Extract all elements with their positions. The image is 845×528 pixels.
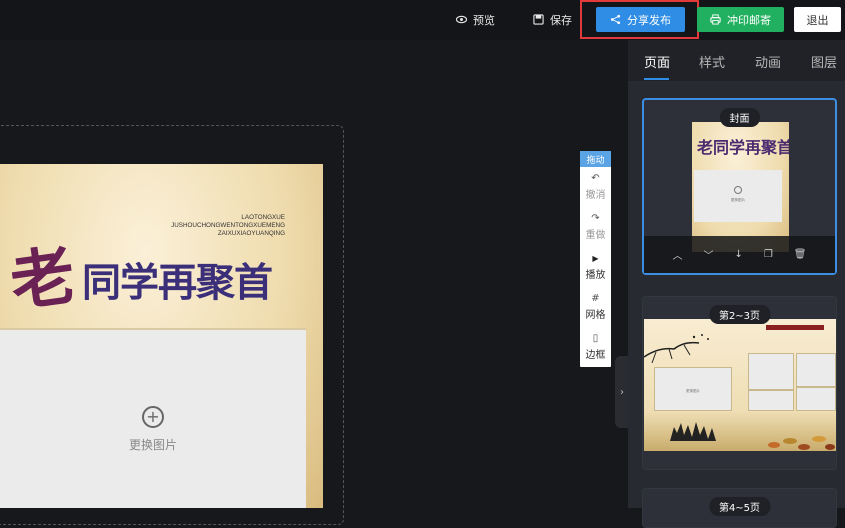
chevron-right-icon: ›: [620, 386, 624, 398]
pinyin-line: LAOTONGXUE: [241, 214, 285, 221]
preview-button[interactable]: 预览: [456, 7, 495, 32]
replace-photo-label: 更换图片: [128, 438, 177, 452]
exit-label: 退出: [806, 13, 829, 27]
play-button[interactable]: ▶ 播放: [580, 247, 611, 287]
grid-button[interactable]: # 网格: [580, 287, 611, 327]
copy-icon[interactable]: ❐: [764, 249, 773, 260]
editor-canvas[interactable]: 老 同学再聚首 LAOTONGXUE JUSHOUCHONGWENTONGXUE…: [0, 40, 628, 525]
collapse-panel-toggle[interactable]: ›: [615, 356, 629, 428]
right-panel: 页面 样式 动画 图层 老同学再聚首 更换图片 封面 ︿ ﹀ ↓ ❐ 🗑 更换图…: [628, 40, 845, 528]
preview-label: 预览: [473, 13, 495, 27]
redo-icon: ↷: [591, 212, 600, 224]
border-icon: ▯: [592, 332, 599, 344]
delete-icon[interactable]: 🗑: [794, 249, 807, 260]
spread-photo-slot: [796, 387, 836, 411]
branch-decoration: [644, 334, 709, 364]
eye-icon: [456, 15, 467, 24]
move-down-icon[interactable]: ﹀: [703, 247, 713, 262]
spread-photo-slot: [748, 353, 794, 390]
grid-label: 网格: [585, 309, 606, 321]
cover-thumbnail: 老同学再聚首 更换图片: [692, 122, 789, 252]
save-icon: [533, 14, 544, 25]
border-label: 边框: [585, 349, 606, 361]
tab-pages[interactable]: 页面: [644, 52, 670, 71]
exit-button[interactable]: 退出: [794, 7, 841, 32]
page-label: 第2~3页: [708, 305, 771, 324]
drag-handle[interactable]: 拖动: [580, 151, 611, 167]
redo-label: 重做: [585, 229, 606, 241]
page-thumbnail-2-3[interactable]: 更换图片 第2~3页: [642, 296, 837, 470]
page-thumbnail-cover[interactable]: 老同学再聚首 更换图片 封面 ︿ ﹀ ↓ ❐ 🗑: [642, 98, 837, 275]
title-first-char: 老: [5, 237, 80, 322]
pinyin-subtitle[interactable]: LAOTONGXUE JUSHOUCHONGWENTONGXUEMENG ZAI…: [171, 214, 285, 238]
share-icon: [610, 14, 621, 25]
spread-photo-slot: 更换图片: [654, 367, 732, 411]
save-button[interactable]: 保存: [533, 7, 572, 32]
mini-title: 老同学再聚首: [697, 138, 789, 157]
border-button[interactable]: ▯ 边框: [580, 327, 611, 367]
spread-photo-slot: [796, 353, 836, 387]
share-label: 分享发布: [627, 13, 671, 27]
print-mail-button[interactable]: 冲印邮寄: [697, 7, 784, 32]
printer-icon: [710, 14, 721, 25]
play-icon: ▶: [592, 253, 599, 263]
grid-icon: #: [591, 292, 600, 304]
top-toolbar: 预览 保存 分享发布 冲印邮寄 退出: [0, 0, 845, 40]
tool-panel: 拖动 ↶ 撤消 ↷ 重做 ▶ 播放 # 网格 ▯ 边框: [580, 151, 611, 367]
save-label: 保存: [550, 13, 572, 27]
spread-photo-text: 更换图片: [686, 389, 700, 393]
spread-banner: [766, 325, 824, 330]
panel-tabs: 页面 样式 动画 图层: [628, 40, 845, 81]
title-rest: 同学再聚首: [82, 260, 273, 306]
page-thumbnail-4-5[interactable]: 第4~5页: [642, 488, 837, 528]
mini-add-photo-icon: [734, 186, 742, 194]
crowd-silhouette: [670, 422, 716, 441]
undo-label: 撤消: [585, 189, 606, 201]
page-label: 封面: [719, 108, 760, 127]
tab-animation[interactable]: 动画: [755, 52, 781, 71]
play-label: 播放: [585, 269, 606, 281]
active-tab-indicator: [644, 78, 669, 80]
cover-page[interactable]: 老 同学再聚首 LAOTONGXUE JUSHOUCHONGWENTONGXUE…: [0, 164, 323, 508]
tab-layers[interactable]: 图层: [811, 52, 837, 71]
page-label: 第4~5页: [708, 497, 771, 516]
spread-photo-slot: [748, 390, 794, 411]
mini-photo-text: 更换图片: [730, 198, 746, 202]
tab-style[interactable]: 样式: [699, 52, 725, 71]
pinyin-line: JUSHOUCHONGWENTONGXUEMENG: [171, 222, 285, 229]
add-photo-icon[interactable]: +: [142, 406, 164, 428]
insert-below-icon[interactable]: ↓: [734, 249, 742, 260]
undo-button[interactable]: ↶ 撤消: [580, 167, 611, 207]
move-up-icon[interactable]: ︿: [672, 247, 682, 262]
spread-thumbnail: 更换图片: [644, 319, 836, 451]
print-label: 冲印邮寄: [727, 13, 771, 27]
pinyin-line: ZAIXUXIAOYUANQING: [217, 230, 285, 237]
share-publish-button[interactable]: 分享发布: [596, 7, 685, 32]
undo-icon: ↶: [591, 172, 600, 184]
page-actions: ︿ ﹀ ↓ ❐ 🗑: [644, 236, 835, 273]
redo-button[interactable]: ↷ 重做: [580, 207, 611, 247]
leaves-decoration: [768, 436, 835, 450]
photo-placeholder[interactable]: + 更换图片: [0, 328, 306, 508]
mini-photo-placeholder: 更换图片: [694, 170, 782, 222]
